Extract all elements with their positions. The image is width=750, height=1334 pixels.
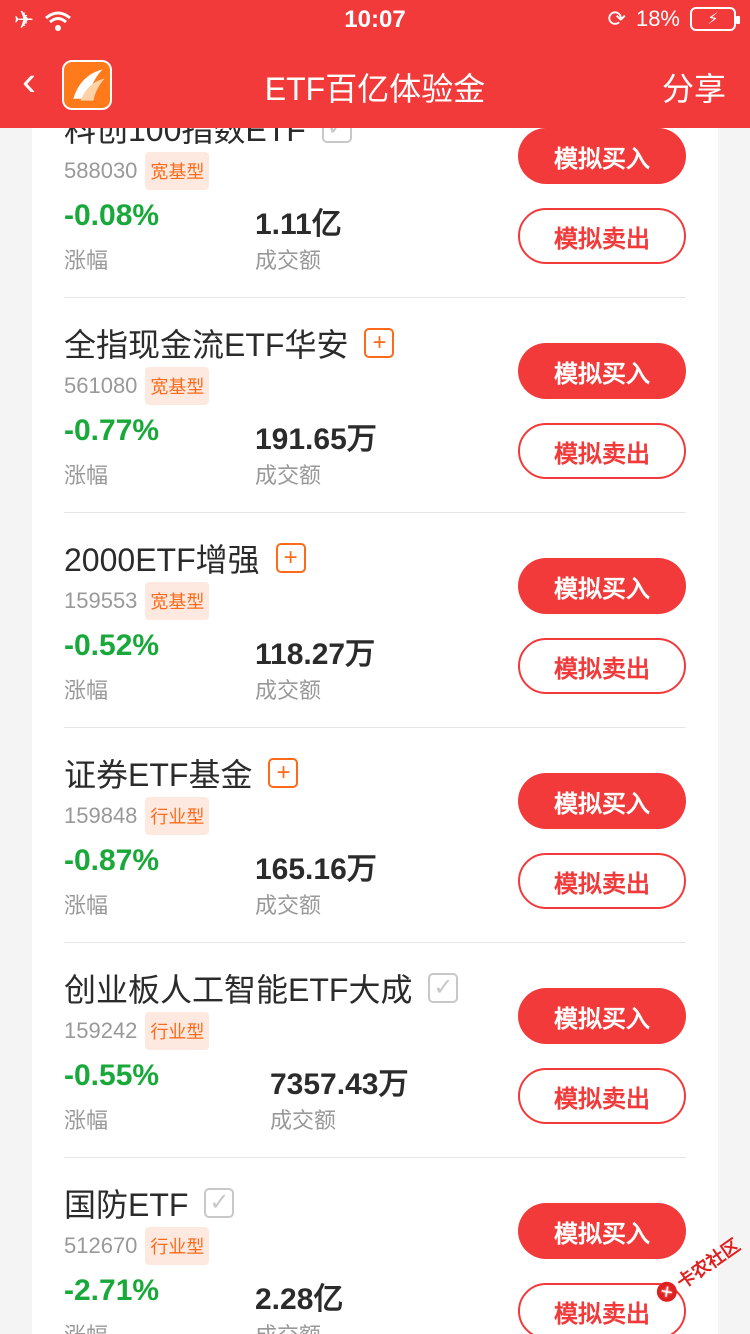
etf-name-row: 创业板人工智能ETF大成 ✓ — [64, 965, 459, 1011]
rotation-lock-icon: ⟳ — [607, 6, 626, 31]
etf-type-tag: 宽基型 — [145, 582, 210, 620]
etf-code-row: 588030 宽基型 — [64, 152, 210, 190]
turnover-label: 成交额 — [255, 463, 322, 488]
etf-code: 159848 — [64, 803, 138, 828]
page-title: ETF百亿体验金 — [264, 71, 486, 107]
turnover-label: 成交额 — [255, 678, 322, 703]
etf-item[interactable]: 证券ETF基金 + 159848 行业型 -0.87% 涨幅 165.16万 成… — [32, 728, 718, 943]
turnover-value: 191.65万 — [255, 423, 377, 456]
etf-name: 2000ETF增强 — [64, 542, 260, 578]
turnover-label: 成交额 — [255, 1318, 321, 1334]
simulate-sell-button[interactable]: 模拟卖出 — [518, 638, 686, 694]
status-bar: ✈ 10:07 ⟳ 18% ⚡ — [0, 0, 750, 40]
add-favorite-icon[interactable]: + — [268, 758, 299, 788]
etf-code-row: 512670 行业型 — [64, 1227, 210, 1265]
favorited-check-icon[interactable]: ✓ — [321, 128, 352, 143]
etf-item[interactable]: 国防ETF ✓ 512670 行业型 -2.71% 涨幅 2.28亿 成交额 模… — [32, 1158, 718, 1334]
status-right: ⟳ 18% ⚡ — [607, 6, 740, 32]
etf-code-row: 561080 宽基型 — [64, 367, 210, 405]
etf-code: 561080 — [64, 373, 138, 398]
battery-icon: ⚡ — [690, 7, 740, 31]
etf-name-row: 证券ETF基金 + — [64, 750, 299, 796]
change-percent: -0.77% — [64, 414, 160, 447]
turnover-value: 7357.43万 — [270, 1068, 409, 1101]
add-favorite-icon[interactable]: + — [364, 328, 395, 358]
turnover-value: 165.16万 — [255, 853, 377, 886]
simulate-buy-button[interactable]: 模拟买入 — [518, 773, 686, 829]
simulate-buy-button[interactable]: 模拟买入 — [518, 988, 686, 1044]
etf-list-container: 科创100指数ETF ✓ 588030 宽基型 -0.08% 涨幅 1.11亿 … — [32, 128, 718, 1334]
etf-name-row: 国防ETF ✓ — [64, 1180, 235, 1226]
simulate-sell-button[interactable]: 模拟卖出 — [518, 1068, 686, 1124]
etf-type-tag: 行业型 — [145, 1227, 210, 1265]
turnover-label: 成交额 — [270, 1108, 337, 1133]
simulate-sell-button[interactable]: 模拟卖出 — [518, 208, 686, 264]
etf-item[interactable]: 全指现金流ETF华安 + 561080 宽基型 -0.77% 涨幅 191.65… — [32, 298, 718, 513]
change-label: 涨幅 — [64, 893, 109, 918]
change-percent: -2.71% — [64, 1274, 160, 1307]
favorited-check-icon[interactable]: ✓ — [204, 1188, 235, 1218]
simulate-sell-button[interactable]: 模拟卖出 — [518, 853, 686, 909]
etf-type-tag: 宽基型 — [145, 152, 210, 190]
change-percent: -0.08% — [64, 199, 160, 232]
turnover-value: 2.28亿 — [255, 1283, 344, 1316]
etf-name: 科创100指数ETF — [64, 128, 306, 148]
share-button[interactable]: 分享 — [662, 64, 726, 110]
etf-name: 国防ETF — [64, 1187, 189, 1223]
etf-code: 588030 — [64, 158, 138, 183]
etf-code-row: 159553 宽基型 — [64, 582, 210, 620]
change-label: 涨幅 — [64, 678, 109, 703]
etf-code-row: 159848 行业型 — [64, 797, 210, 835]
etf-type-tag: 行业型 — [145, 1012, 210, 1050]
simulate-buy-button[interactable]: 模拟买入 — [518, 1203, 686, 1259]
change-label: 涨幅 — [64, 248, 109, 273]
etf-code: 512670 — [64, 1233, 138, 1258]
change-label: 涨幅 — [64, 1318, 108, 1334]
simulate-buy-button[interactable]: 模拟买入 — [518, 558, 686, 614]
etf-name: 创业板人工智能ETF大成 — [64, 972, 413, 1008]
etf-code: 159553 — [64, 588, 138, 613]
etf-item[interactable]: 创业板人工智能ETF大成 ✓ 159242 行业型 -0.55% 涨幅 7357… — [32, 943, 718, 1158]
etf-name-row: 全指现金流ETF华安 + — [64, 320, 395, 366]
turnover-label: 成交额 — [255, 893, 322, 918]
nav-bar: ‹ ETF百亿体验金 分享 — [0, 40, 750, 128]
change-percent: -0.87% — [64, 844, 160, 877]
etf-item[interactable]: 科创100指数ETF ✓ 588030 宽基型 -0.08% 涨幅 1.11亿 … — [32, 128, 718, 298]
etf-code: 159242 — [64, 1018, 138, 1043]
simulate-sell-button[interactable]: 模拟卖出 — [518, 423, 686, 479]
change-percent: -0.55% — [64, 1059, 160, 1092]
etf-name-row: 科创100指数ETF ✓ — [64, 128, 352, 151]
turnover-value: 118.27万 — [255, 638, 376, 671]
etf-name: 证券ETF基金 — [64, 757, 253, 793]
simulate-buy-button[interactable]: 模拟买入 — [518, 343, 686, 399]
etf-name-row: 2000ETF增强 + — [64, 535, 306, 581]
turnover-value: 1.11亿 — [255, 208, 342, 241]
etf-code-row: 159242 行业型 — [64, 1012, 210, 1050]
add-favorite-icon[interactable]: + — [275, 543, 306, 573]
simulate-buy-button[interactable]: 模拟买入 — [518, 128, 686, 184]
favorited-check-icon[interactable]: ✓ — [428, 973, 459, 1003]
change-percent: -0.52% — [64, 629, 160, 662]
etf-type-tag: 宽基型 — [145, 367, 210, 405]
etf-type-tag: 行业型 — [145, 797, 210, 835]
battery-percent: 18% — [635, 6, 680, 31]
change-label: 涨幅 — [64, 463, 109, 488]
etf-item[interactable]: 2000ETF增强 + 159553 宽基型 -0.52% 涨幅 118.27万… — [32, 513, 718, 728]
change-label: 涨幅 — [64, 1108, 109, 1133]
etf-name: 全指现金流ETF华安 — [64, 327, 349, 363]
turnover-label: 成交额 — [255, 248, 322, 273]
etf-list: 科创100指数ETF ✓ 588030 宽基型 -0.08% 涨幅 1.11亿 … — [32, 128, 718, 1334]
